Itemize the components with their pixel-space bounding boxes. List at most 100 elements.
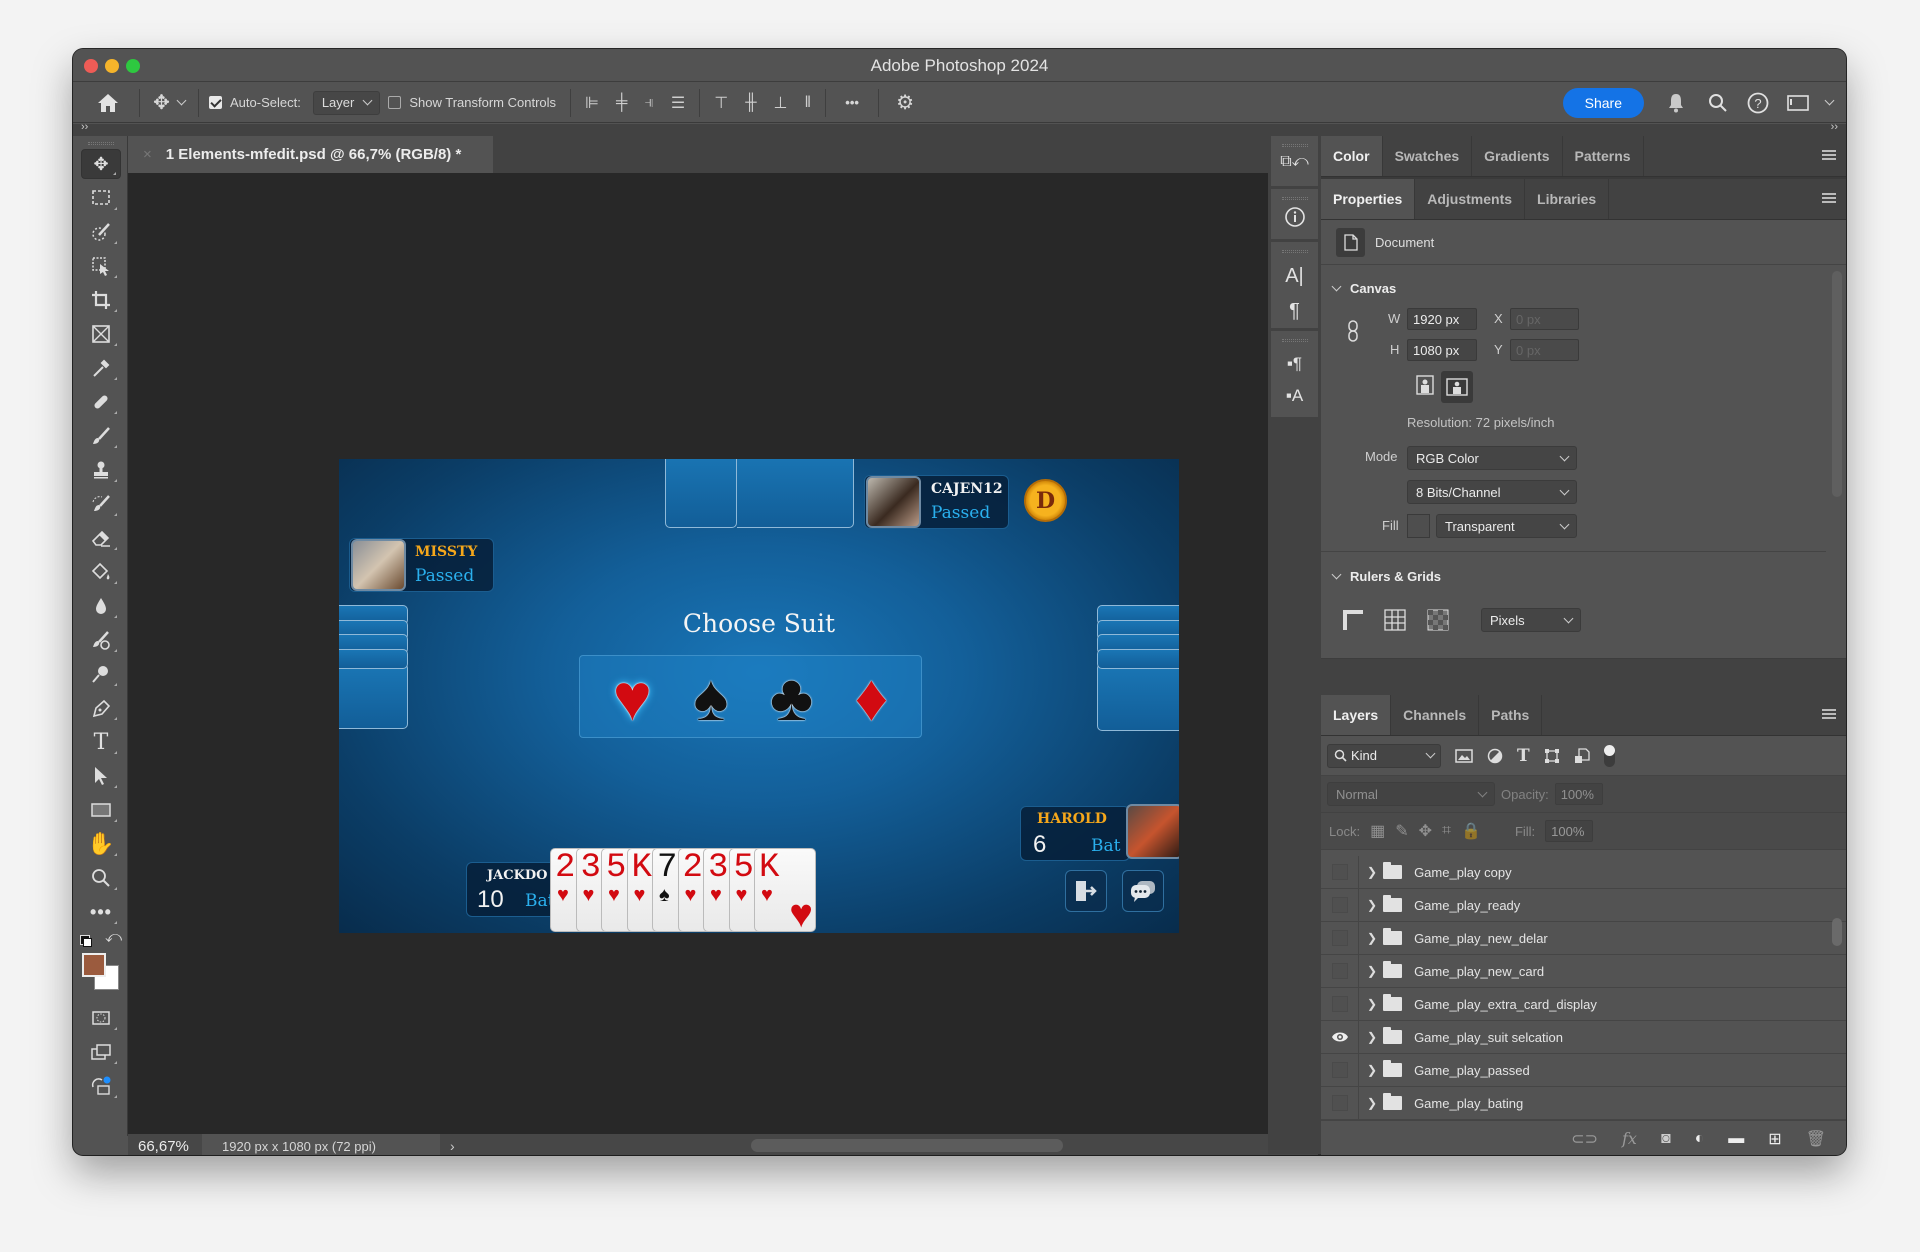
canvas-x-input[interactable]: 0 px [1510,308,1579,330]
screen-mode-button[interactable] [81,1037,121,1067]
filter-pixel-icon[interactable] [1455,748,1473,764]
distribute-h-icon[interactable]: ‖ [804,94,811,112]
layer-visibility-toggle[interactable] [1321,1086,1359,1120]
lock-all-icon[interactable]: 🔒 [1461,821,1481,841]
expand-panels-button[interactable]: ›› [1831,121,1838,133]
visibility-box[interactable] [1331,963,1348,979]
layer-row[interactable]: ❯ Game_play_new_card [1321,954,1846,988]
paragraph-icon[interactable]: ¶ [1289,300,1300,323]
filter-toggle[interactable] [1603,744,1615,767]
align-middle-v-icon[interactable]: ╫ [745,94,756,112]
history-brush-tool[interactable] [81,489,121,519]
visibility-box[interactable] [1331,1095,1348,1111]
visibility-box[interactable] [1331,1062,1348,1078]
chevron-right-icon[interactable]: ❯ [1367,865,1377,879]
visibility-box[interactable] [1331,897,1348,913]
show-transform-checkbox[interactable] [388,96,402,109]
show-transform-toggle[interactable]: Show Transform Controls [380,89,564,117]
toolbox-grip[interactable] [88,142,114,145]
ruler-units-dropdown[interactable]: Pixels [1481,608,1581,632]
panel-menu-icon[interactable] [1822,193,1836,203]
chevron-right-icon[interactable]: ❯ [1367,1096,1377,1110]
layer-fill-input[interactable]: 100% [1545,820,1594,842]
visibility-box[interactable] [1331,864,1348,880]
portrait-orientation-button[interactable] [1414,372,1436,398]
frame-tool[interactable] [81,319,121,349]
grid-icon[interactable] [1384,609,1406,631]
tab-patterns[interactable]: Patterns [1563,136,1644,176]
settings-button[interactable]: ⚙ [885,89,925,117]
layer-kind-dropdown[interactable]: Kind [1327,743,1441,768]
history-panel-button[interactable]: ⧉↶ [1271,136,1318,186]
move-tool-preset[interactable]: ✥ [146,89,192,117]
hand-tool[interactable]: ✋ [81,829,121,859]
tab-libraries[interactable]: Libraries [1525,179,1610,219]
fx-icon[interactable]: fx [1622,1129,1637,1148]
exit-game-button[interactable] [1065,870,1107,912]
zoom-level[interactable]: 66,67% [128,1138,200,1155]
dodge-tool[interactable] [81,625,121,655]
align-right-icon[interactable]: ⫣ [644,94,654,112]
tab-channels[interactable]: Channels [1391,695,1480,735]
tab-properties[interactable]: Properties [1321,179,1416,219]
chat-button[interactable] [1122,870,1164,912]
help-button[interactable]: ? [1738,89,1778,117]
pixel-grid-icon[interactable] [1427,609,1449,631]
canvas-area[interactable]: MISSTY Passed CAJEN12 Passed D Choose Su… [128,173,1322,1155]
more-options-button[interactable]: ••• [832,89,872,117]
new-group-icon[interactable]: ▬ [1728,1130,1744,1148]
spot-healing-tool[interactable] [81,387,121,417]
panel-menu-icon[interactable] [1822,709,1836,719]
layer-row[interactable]: ❯ Game_play copy [1321,855,1846,889]
align-top-icon[interactable]: ⊤ [714,93,728,113]
expand-toolbox-button[interactable]: ›› [81,121,88,133]
eyedropper-tool[interactable] [81,353,121,383]
object-selection-tool[interactable] [81,217,121,247]
frame-select-tool[interactable] [81,251,121,281]
zoom-tool[interactable] [81,863,121,893]
link-layers-icon[interactable]: ⊂⊃ [1571,1129,1598,1149]
crop-tool[interactable] [81,285,121,315]
suit-option-diamonds[interactable]: ♦ [855,662,889,732]
layer-visibility-toggle[interactable] [1321,987,1359,1021]
layer-visibility-toggle[interactable] [1321,1053,1359,1087]
share-button[interactable]: Share [1562,87,1644,118]
search-button[interactable] [1698,89,1738,117]
chevron-right-icon[interactable]: ❯ [1367,931,1377,945]
paragraph-styles-icon[interactable]: ▪¶ [1287,354,1302,374]
character-icon[interactable]: A| [1285,265,1304,288]
properties-scrollbar[interactable] [1832,271,1842,497]
workspace-dropdown[interactable] [1818,89,1840,117]
lock-transparent-icon[interactable]: ▦ [1370,821,1385,841]
add-mask-icon[interactable]: ◙ [1661,1130,1671,1148]
close-tab-icon[interactable]: × [143,146,152,163]
eraser-tool[interactable] [81,523,121,553]
lock-image-icon[interactable]: ✎ [1395,821,1408,841]
layer-row[interactable]: ❯ Game_play_passed [1321,1053,1846,1087]
layer-row[interactable]: ❯ Game_play_bating [1321,1086,1846,1120]
fill-dropdown[interactable]: Transparent [1436,514,1577,538]
opacity-input[interactable]: 100% [1554,783,1603,805]
type-tool[interactable]: T [81,727,121,757]
chevron-right-icon[interactable]: ❯ [1367,997,1377,1011]
rulers-grids-section-header[interactable]: Rulers & Grids [1331,569,1441,584]
tab-swatches[interactable]: Swatches [1383,136,1473,176]
landscape-orientation-button[interactable] [1441,371,1473,403]
bit-depth-dropdown[interactable]: 8 Bits/Channel [1407,480,1577,504]
edit-toolbar-button[interactable]: ••• [81,897,121,927]
fill-color-swatch[interactable] [1407,514,1430,538]
canvas-y-input[interactable]: 0 px [1510,339,1579,361]
zoom-lens-tool[interactable] [81,659,121,689]
visibility-box[interactable] [1331,930,1348,946]
filter-type-icon[interactable]: T [1517,746,1530,766]
link-dimensions-icon[interactable] [1347,320,1359,342]
chevron-right-icon[interactable]: ❯ [1367,1030,1377,1044]
blend-mode-dropdown[interactable]: Normal [1327,782,1495,806]
visibility-box[interactable] [1331,996,1348,1012]
generative-button[interactable] [81,1071,121,1101]
layer-visibility-toggle[interactable] [1321,855,1359,889]
chevron-right-icon[interactable]: ❯ [1367,1063,1377,1077]
align-center-h-icon[interactable]: ╪ [616,94,627,112]
tab-layers[interactable]: Layers [1321,695,1392,735]
auto-select-toggle[interactable]: Auto-Select: [205,89,305,117]
